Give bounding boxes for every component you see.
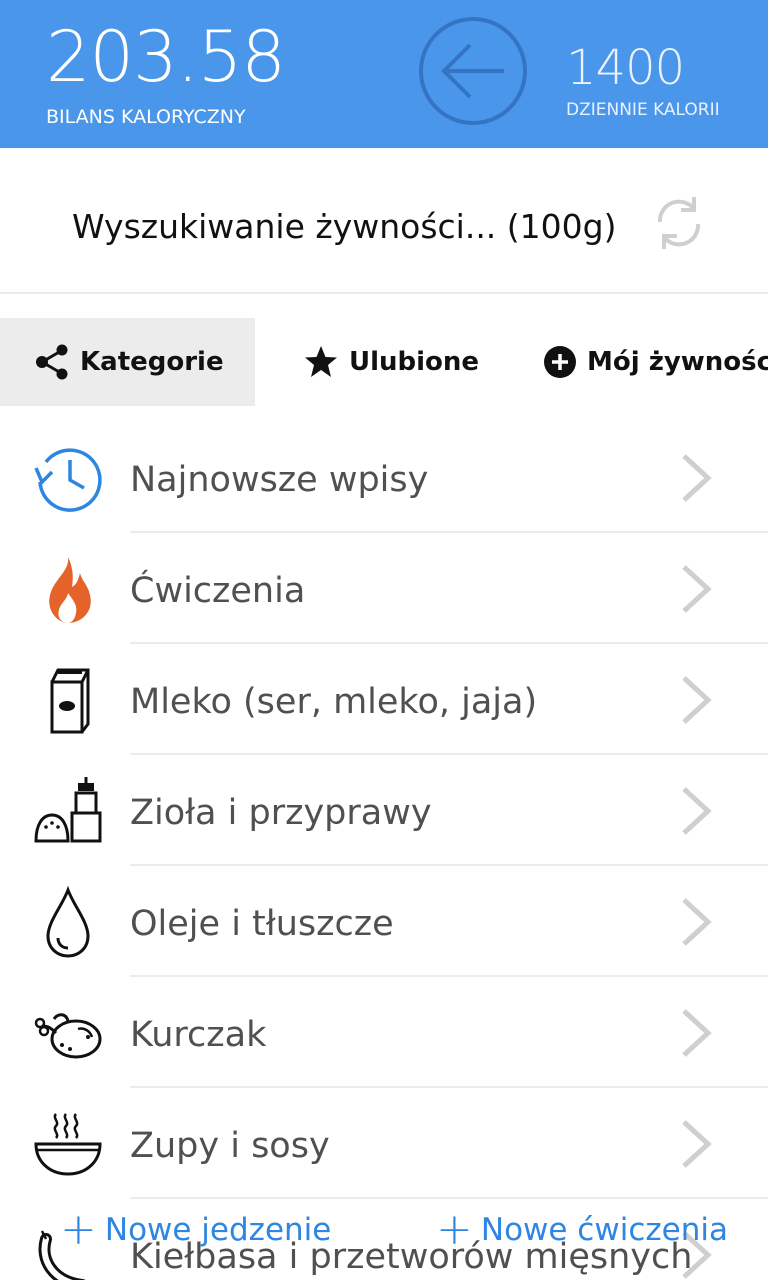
- header-bar: 203.58 BILANS KALORYCZNY 1400 DZIENNIE K…: [0, 0, 768, 148]
- milk-carton-icon: [50, 668, 90, 734]
- calorie-balance-label: BILANS KALORYCZNY: [46, 106, 246, 128]
- chevron-right-icon: [682, 1009, 712, 1057]
- list-item-dairy[interactable]: Mleko (ser, mleko, jaja): [0, 644, 768, 755]
- list-item-herbs[interactable]: Zioła i przyprawy: [0, 755, 768, 866]
- daily-calories-value: 1400: [566, 40, 685, 96]
- list-item-label: Mleko (ser, mleko, jaja): [130, 682, 538, 722]
- tab-my-food[interactable]: Mój żywności: [515, 318, 768, 406]
- tab-my-food-label: Mój żywności: [587, 347, 768, 377]
- salt-pepper-icon: [34, 777, 102, 843]
- list-item-label: Najnowsze wpisy: [130, 460, 429, 500]
- chevron-right-icon: [682, 787, 712, 835]
- new-exercise-label: Nowe ćwiczenia: [480, 1212, 728, 1248]
- chevron-right-icon: [682, 898, 712, 946]
- chevron-right-icon: [682, 565, 712, 613]
- star-icon: [305, 346, 337, 377]
- list-item-label: Zioła i przyprawy: [130, 793, 432, 833]
- list-item-label: Oleje i tłuszcze: [130, 904, 394, 944]
- list-item-exercise[interactable]: Ćwiczenia: [0, 533, 768, 644]
- list-item-label: Zupy i sosy: [130, 1126, 330, 1166]
- refresh-icon: [657, 197, 701, 249]
- list-item-recent[interactable]: Najnowsze wpisy: [0, 422, 768, 533]
- chevron-right-icon: [682, 1120, 712, 1168]
- oil-drop-icon: [46, 886, 90, 958]
- tab-categories[interactable]: Kategorie: [0, 318, 255, 406]
- roast-chicken-icon: [34, 1013, 102, 1059]
- refresh-button[interactable]: [648, 192, 710, 254]
- list-item-chicken[interactable]: Kurczak: [0, 977, 768, 1088]
- chevron-right-icon: [682, 454, 712, 502]
- plus-icon: +: [436, 1204, 473, 1255]
- bottom-action-bar: + Nowe jedzenie + Nowe ćwiczenia: [0, 1200, 768, 1280]
- flame-icon: [49, 557, 91, 623]
- share-icon: [36, 344, 68, 380]
- list-item-label: Kurczak: [130, 1015, 267, 1055]
- new-food-label: Nowe jedzenie: [104, 1212, 332, 1248]
- back-button[interactable]: [418, 16, 528, 126]
- list-item-soups[interactable]: Zupy i sosy: [0, 1088, 768, 1199]
- plus-icon: +: [60, 1204, 97, 1255]
- food-search-row[interactable]: Wyszukiwanie żywności... (100g): [0, 148, 768, 294]
- list-item-oils[interactable]: Oleje i tłuszcze: [0, 866, 768, 977]
- tab-favorites[interactable]: Ulubione: [255, 318, 515, 406]
- new-exercise-button[interactable]: + Nowe ćwiczenia: [436, 1208, 728, 1252]
- list-item-label: Ćwiczenia: [130, 571, 306, 611]
- plus-circle-icon: [544, 346, 576, 378]
- tab-categories-label: Kategorie: [80, 347, 224, 377]
- arrow-left-circle-icon: [419, 17, 527, 125]
- history-clock-icon: [34, 448, 102, 512]
- new-food-button[interactable]: + Nowe jedzenie: [60, 1208, 331, 1252]
- calorie-balance-value: 203.58: [46, 16, 286, 98]
- tab-favorites-label: Ulubione: [349, 347, 480, 377]
- soup-bowl-icon: [34, 1113, 102, 1176]
- chevron-right-icon: [682, 676, 712, 724]
- category-tabs: Kategorie Ulubione Mój żywności: [0, 318, 768, 406]
- daily-calories-label: DZIENNIE KALORII: [566, 100, 720, 120]
- food-search-input[interactable]: Wyszukiwanie żywności... (100g): [72, 210, 616, 243]
